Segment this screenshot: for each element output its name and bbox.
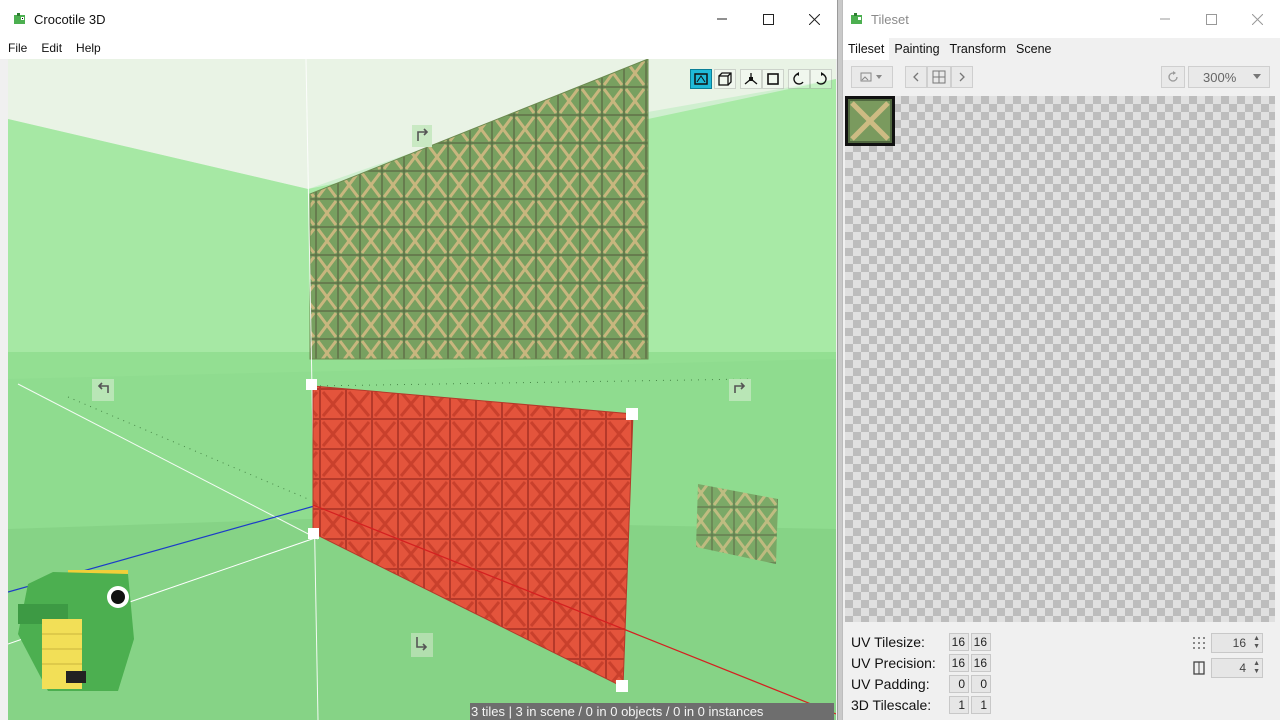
uv-padding-label: UV Padding: [851, 676, 930, 692]
tileset-titlebar: Tileset [843, 0, 1280, 38]
menu-help[interactable]: Help [70, 38, 107, 59]
spinner-arrows-icon[interactable]: ▲ ▼ [1253, 635, 1260, 651]
uv-padding-x-input[interactable]: 0 [949, 675, 969, 693]
uv-precision-y-input[interactable]: 16 [971, 654, 991, 672]
grid-icon [932, 70, 946, 84]
brush-size-value: 4 [1239, 661, 1246, 675]
uv-precision-label: UV Precision: [851, 655, 936, 671]
tilescale-3d-x-input[interactable]: 1 [949, 696, 969, 714]
rotate-left-icon [793, 72, 804, 85]
tab-transform[interactable]: Transform [945, 38, 1012, 60]
tool-cube-mode[interactable] [714, 69, 736, 89]
rotate-handle-top[interactable] [412, 125, 432, 147]
scene-render [8, 59, 836, 720]
chevron-left-icon [913, 72, 919, 82]
uv-precision-x-input[interactable]: 16 [949, 654, 969, 672]
spinner-arrows-icon[interactable]: ▲ ▼ [1253, 660, 1260, 676]
menu-file[interactable]: File [2, 38, 33, 59]
grid-size-spinner[interactable]: 16 ▲ ▼ [1211, 633, 1263, 653]
crocodile-app-icon [14, 13, 25, 24]
close-icon [808, 13, 820, 25]
3d-viewport[interactable] [8, 59, 836, 720]
tileset-window-title: Tileset [871, 11, 909, 27]
rotate-handle-bottom[interactable] [411, 633, 433, 657]
minimize-button[interactable] [699, 0, 745, 38]
uv-tilesize-label: UV Tilesize: [851, 634, 925, 650]
menu-edit[interactable]: Edit [35, 38, 68, 59]
uv-precision-row: UV Precision: 16 16 [851, 653, 993, 673]
tileset-close-button[interactable] [1234, 0, 1280, 38]
tilescale-3d-label: 3D Tilescale: [851, 697, 932, 713]
close-icon [1251, 13, 1263, 25]
tool-rotate-right[interactable] [810, 69, 832, 89]
close-button[interactable] [791, 0, 837, 38]
main-window: Crocotile 3D File Edit Help 3 tiles | 3 … [0, 0, 838, 720]
tileset-grid-button[interactable] [927, 66, 951, 88]
uv-padding-row: UV Padding: 0 0 [851, 674, 993, 694]
tool-face-mode[interactable] [762, 69, 784, 89]
uv-tilesize-row: UV Tilesize: 16 16 [851, 632, 993, 652]
crocodile-app-icon [851, 13, 862, 24]
tab-scene[interactable]: Scene [1011, 38, 1056, 60]
main-menubar: File Edit Help [0, 38, 837, 59]
next-tileset-button[interactable] [951, 66, 973, 88]
tile-image [848, 99, 892, 143]
refresh-tileset-button[interactable] [1161, 66, 1185, 88]
main-window-title: Crocotile 3D [34, 11, 106, 27]
tileset-window-controls [1142, 0, 1280, 38]
maximize-icon [762, 13, 774, 25]
zoom-select[interactable]: 300% [1188, 66, 1270, 88]
vertex-mode-icon [744, 73, 758, 85]
tileset-maximize-button[interactable] [1188, 0, 1234, 38]
image-icon [860, 72, 882, 82]
image-dropdown-button[interactable] [851, 66, 893, 88]
tilescale-3d-y-input[interactable]: 1 [971, 696, 991, 714]
rotate-handle-left[interactable] [92, 379, 114, 401]
tileset-window: Tileset Tileset Painting Transform Scene [842, 0, 1280, 720]
brush-size-spinner[interactable]: 4 ▲ ▼ [1211, 658, 1263, 678]
maximize-icon [1205, 13, 1217, 25]
cube-mode-icon [718, 72, 732, 86]
tab-painting[interactable]: Painting [889, 38, 944, 60]
main-titlebar: Crocotile 3D [0, 0, 837, 38]
window-controls [699, 0, 837, 38]
chevron-down-icon [1253, 74, 1261, 79]
status-bar: 3 tiles | 3 in scene / 0 in 0 objects / … [470, 703, 834, 720]
grid-size-value: 16 [1232, 636, 1246, 650]
tile-selected[interactable] [845, 96, 895, 146]
tab-tileset[interactable]: Tileset [843, 38, 890, 60]
zoom-value: 300% [1203, 69, 1237, 85]
tool-paint-mode[interactable] [690, 69, 712, 89]
chevron-right-icon [959, 72, 965, 82]
tileset-minimize-button[interactable] [1142, 0, 1188, 38]
refresh-icon [1168, 71, 1178, 82]
rotate-handle-right[interactable] [729, 379, 751, 401]
brush-size-icon [1193, 661, 1205, 675]
rotate-right-icon [816, 72, 827, 85]
minimize-icon [1160, 18, 1170, 20]
prev-tileset-button[interactable] [905, 66, 927, 88]
uv-tilesize-y-input[interactable]: 16 [971, 633, 991, 651]
tileset-canvas[interactable] [845, 96, 1275, 622]
paint-mode-icon [694, 73, 708, 85]
uv-tilesize-x-input[interactable]: 16 [949, 633, 969, 651]
tool-rotate-left[interactable] [788, 69, 810, 89]
tilescale-3d-row: 3D Tilescale: 1 1 [851, 695, 993, 715]
grid-dots-icon [1193, 637, 1205, 649]
uv-padding-y-input[interactable]: 0 [971, 675, 991, 693]
face-mode-icon [767, 73, 779, 85]
tileset-tabbar: Tileset Painting Transform Scene [843, 38, 1280, 60]
maximize-button[interactable] [745, 0, 791, 38]
minimize-icon [717, 18, 727, 20]
tool-vertex-mode[interactable] [740, 69, 762, 89]
